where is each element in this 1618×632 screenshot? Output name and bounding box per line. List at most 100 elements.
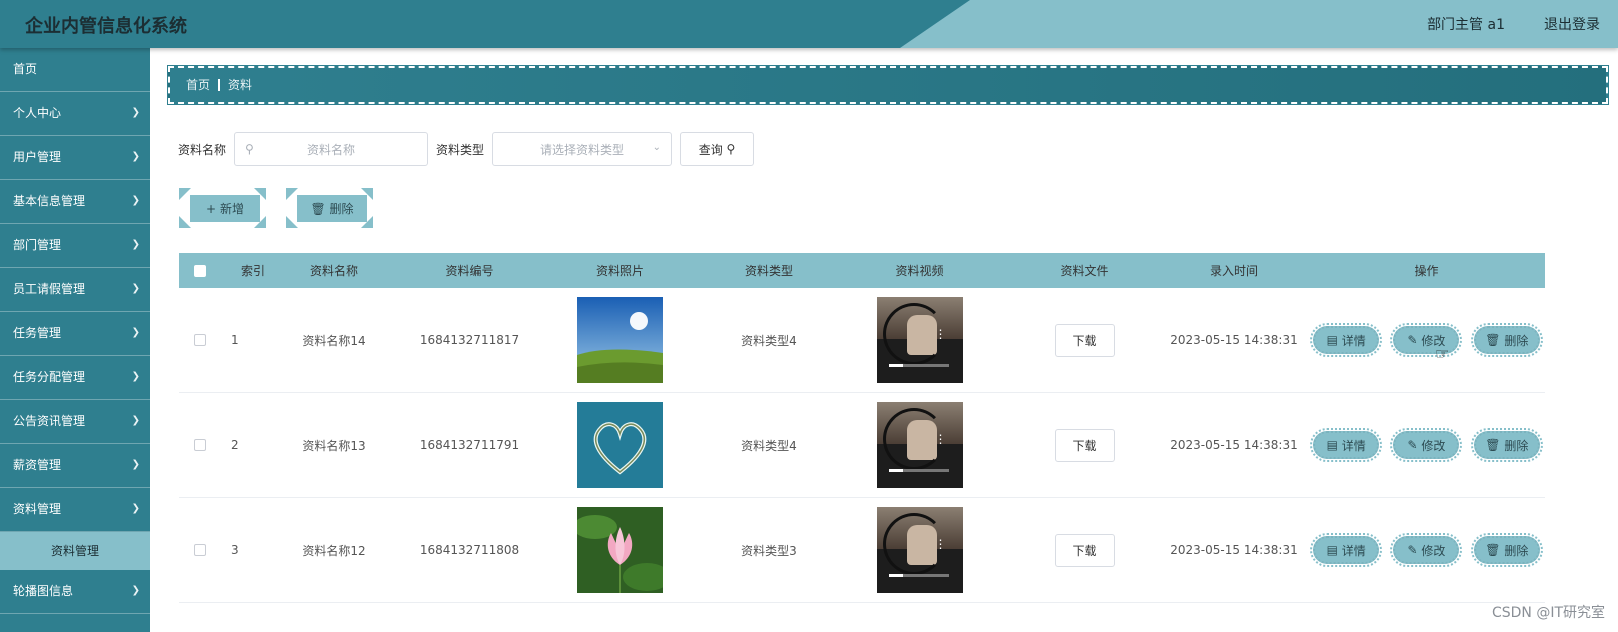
sidebar-item-label: 资料管理 [13,502,62,516]
detail-button[interactable]: ▤ 详情 [1310,323,1383,357]
row-checkbox[interactable] [194,544,206,556]
detail-button[interactable]: ▤ 详情 [1310,428,1383,462]
sidebar-item-profile[interactable]: 个人中心 ❯ [0,92,150,136]
sidebar-subitem-materials[interactable]: 资料管理 [0,532,150,570]
row-type: 资料类型3 [741,543,797,558]
name-search-input[interactable]: ⚲ 资料名称 [234,132,429,166]
sidebar-item-label: 轮播图信息 [13,584,74,598]
photo-lotus[interactable] [577,507,663,593]
download-button[interactable]: 下载 [1054,428,1115,462]
video-player[interactable]: ⋮ [876,297,963,383]
col-code: 资料编号 [445,264,494,278]
sidebar-item-news[interactable]: 公告资讯管理 ❯ [0,400,150,444]
more-icon[interactable]: ⋮ [935,538,947,550]
chevron-down-icon: ❯ [131,327,140,338]
video-progress[interactable] [888,469,949,472]
edit-button[interactable]: ✎ 修改 [1390,323,1463,357]
video-progress[interactable] [888,574,949,577]
download-button[interactable]: 下载 [1054,533,1115,567]
detail-label: 详情 [1341,333,1366,348]
chevron-down-icon: ❯ [131,195,140,206]
photo-heart-island[interactable] [577,402,663,488]
photo-sky-field[interactable] [577,297,663,383]
video-player[interactable]: ⋮ [876,507,963,593]
delete-button[interactable]: 🗑 删除 [1470,533,1543,567]
name-label: 资料名称 [178,142,227,157]
row-name: 资料名称14 [302,333,366,348]
sidebar-item-label: 任务管理 [13,326,62,340]
delete-label: 删除 [1504,438,1529,453]
sidebar-item-home[interactable]: 首页 [0,48,150,92]
top-header: 企业内管信息化系统 部门主管 a1 退出登录 [0,0,1618,48]
pencil-icon: ✎ [1407,543,1418,557]
video-progress[interactable] [888,364,949,367]
row-name: 资料名称13 [302,438,366,453]
chevron-down-icon: ❯ [131,239,140,250]
hand-cursor-icon: ☞ [1435,344,1450,363]
edit-button[interactable]: ✎ 修改 [1390,533,1463,567]
query-button[interactable]: 查询 ⚲ [680,132,755,166]
sidebar-item-leave[interactable]: 员工请假管理 ❯ [0,268,150,312]
col-time: 录入时间 [1209,264,1258,278]
sidebar-item-label: 部门管理 [13,238,62,252]
type-select[interactable]: 请选择资料类型 ⌄ [492,132,673,166]
col-index: 索引 [241,264,266,278]
sidebar-item-users[interactable]: 用户管理 ❯ [0,136,150,180]
name-placeholder: 资料名称 [307,142,356,157]
plus-icon: + [206,201,217,216]
sidebar-item-materials[interactable]: 资料管理 ❯ [0,488,150,532]
row-checkbox[interactable] [194,334,206,346]
sidebar-item-basic-info[interactable]: 基本信息管理 ❯ [0,180,150,224]
main-content: 首页 资料 资料名称 ⚲ 资料名称 资料类型 请选择资料类型 ⌄ 查询 ⚲ + 新… [150,48,1618,632]
add-button[interactable]: + 新增 [178,188,270,228]
delete-button[interactable]: 🗑 删除 [1470,323,1543,357]
detail-button[interactable]: ▤ 详情 [1310,533,1383,567]
trash-icon: 🗑 [310,201,326,216]
sidebar-item-label: 个人中心 [13,106,62,120]
delete-label: 删除 [1504,333,1529,348]
table-row: 1 资料名称14 1684132711817 资料类型4 ⋮ 下载 2023-0… [179,288,1545,393]
chevron-down-icon: ❯ [131,371,140,382]
delete-button[interactable]: 🗑 删除 [1470,428,1543,462]
search-icon: ⚲ [726,142,736,156]
more-icon[interactable]: ⋮ [935,328,947,340]
edit-label: 修改 [1421,438,1446,453]
more-icon[interactable]: ⋮ [935,433,947,445]
select-all-checkbox[interactable] [194,264,206,277]
sidebar-item-task-assign[interactable]: 任务分配管理 ❯ [0,356,150,400]
row-type: 资料类型4 [741,438,797,453]
sidebar-item-salary[interactable]: 薪资管理 ❯ [0,444,150,488]
download-button[interactable]: 下载 [1054,323,1115,357]
search-icon: ⚲ [245,142,254,156]
row-checkbox[interactable] [194,439,206,451]
detail-label: 详情 [1341,438,1366,453]
trash-icon: 🗑 [1485,438,1501,452]
chevron-down-icon: ❯ [131,283,140,294]
current-user: 部门主管 a1 [1427,17,1505,33]
sidebar-item-departments[interactable]: 部门管理 ❯ [0,224,150,268]
video-player[interactable]: ⋮ [876,402,963,488]
row-time: 2023-05-15 14:38:31 [1170,333,1298,347]
logout-link[interactable]: 退出登录 [1544,14,1600,34]
breadcrumb-current: 资料 [228,78,253,92]
document-icon: ▤ [1326,438,1338,452]
sidebar-item-label: 用户管理 [13,150,62,164]
sidebar-item-label: 薪资管理 [13,458,62,472]
type-placeholder: 请选择资料类型 [540,142,625,157]
trash-icon: 🗑 [1485,333,1501,347]
edit-button[interactable]: ✎ 修改 [1390,428,1463,462]
row-index: 2 [231,438,239,452]
batch-delete-button[interactable]: 🗑 删除 [285,188,377,228]
col-ops: 操作 [1414,264,1439,278]
query-label: 查询 [698,142,723,157]
search-bar: 资料名称 ⚲ 资料名称 资料类型 请选择资料类型 ⌄ 查询 ⚲ [178,132,755,166]
sidebar-item-tasks[interactable]: 任务管理 ❯ [0,312,150,356]
sidebar-item-label: 员工请假管理 [13,282,86,296]
chevron-down-icon: ❯ [131,151,140,162]
row-code: 1684132711791 [419,438,520,452]
col-photo: 资料照片 [595,264,644,278]
chevron-down-icon: ❯ [131,459,140,470]
breadcrumb-home[interactable]: 首页 [186,78,210,92]
sidebar-item-carousel[interactable]: 轮播图信息 ❯ [0,570,150,614]
edit-label: 修改 [1421,543,1446,558]
